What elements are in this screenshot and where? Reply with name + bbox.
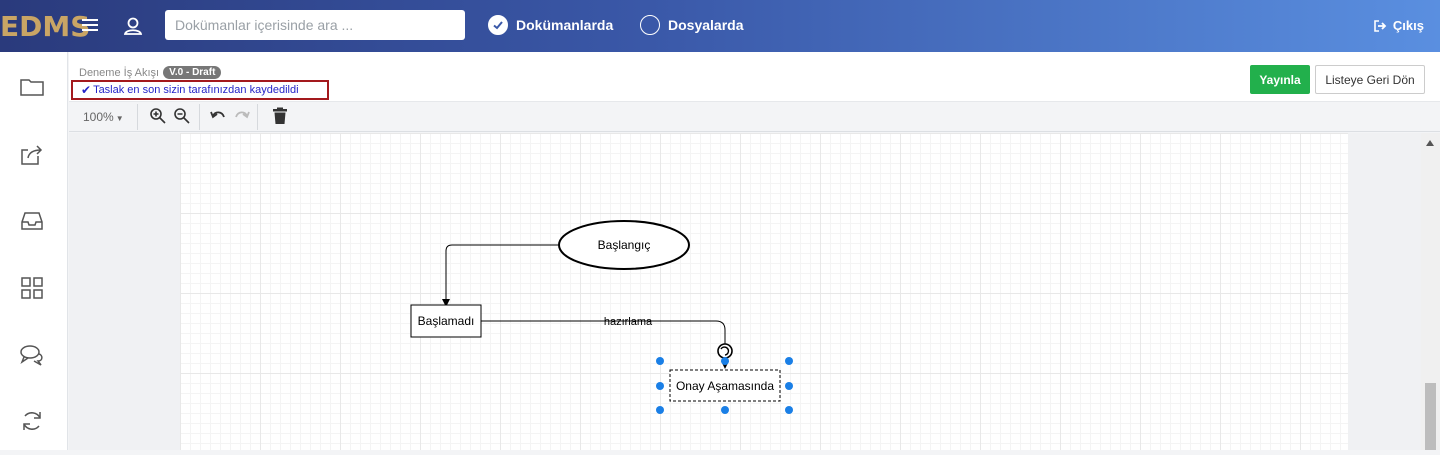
search-input[interactable] [165,10,465,40]
sync-icon[interactable] [19,408,45,434]
grid-icon[interactable] [19,275,45,301]
zoom-level: 100% [83,110,114,124]
not-started-node[interactable]: Başlamadı [410,304,482,338]
top-bar: EDMS Dokümanlarda Dosyalarda Çıkış [0,0,1440,52]
radio-folders-label: Dosyalarda [668,17,744,33]
zoom-dropdown[interactable]: 100% ▼ [83,110,124,124]
publish-button[interactable]: Yayınla [1250,65,1310,94]
check-icon: ✔ [81,83,92,97]
vertical-scrollbar[interactable] [1421,133,1440,450]
diagram-toolbar: 100% ▼ [69,102,1440,132]
diagram-area: hazırlama Başlangıç Başlamadı Onay Aşama… [69,133,1440,450]
folder-icon[interactable] [19,74,45,100]
toolbar-divider [137,104,138,130]
redo-icon[interactable] [233,107,251,125]
zoom-out-icon[interactable] [173,107,191,125]
edge-start-to-not-started[interactable] [442,244,558,307]
start-node[interactable]: Başlangıç [558,220,690,270]
toolbar-divider [199,104,200,130]
approval-node-label: Onay Aşamasında [676,379,774,393]
logout-label: Çıkış [1392,18,1424,33]
zoom-in-icon[interactable] [149,107,167,125]
inbox-icon[interactable] [19,208,45,234]
radio-documents[interactable]: Dokümanlarda [488,14,613,36]
share-icon[interactable] [19,142,45,168]
app-logo[interactable]: EDMS [0,10,90,44]
back-to-list-button[interactable]: Listeye Geri Dön [1315,65,1425,94]
start-node-label: Başlangıç [598,238,651,252]
not-started-node-label: Başlamadı [418,314,475,328]
save-status: ✔ Taslak en son sizin tarafınızdan kayde… [71,80,329,100]
caret-down-icon: ▼ [115,114,124,123]
undo-icon[interactable] [209,107,227,125]
sign-out-icon [1374,19,1387,32]
workflow-name: Deneme İş Akışı [79,66,160,79]
radio-folders[interactable]: Dosyalarda [640,14,743,36]
diagram-canvas[interactable]: hazırlama Başlangıç Başlamadı Onay Aşama… [180,133,1348,450]
scroll-thumb[interactable] [1425,383,1436,450]
toolbar-divider [257,104,258,130]
logout-button[interactable]: Çıkış [1373,18,1424,33]
rotate-handle-icon[interactable] [717,343,733,359]
version-badge: V.0 - Draft [163,66,222,79]
trash-icon[interactable] [271,107,289,125]
menu-icon[interactable] [82,17,98,33]
check-circle-icon [488,15,508,35]
circle-icon [640,15,660,35]
user-icon[interactable] [122,15,144,37]
save-status-text: Taslak en son sizin tarafınızdan kaydedi… [93,84,299,96]
approval-node[interactable]: Onay Aşamasında [669,369,781,402]
workflow-header: Deneme İş Akışı V.0 - Draft ✔ Taslak en … [69,52,1440,102]
radio-documents-label: Dokümanlarda [516,17,614,33]
breadcrumb: Deneme İş Akışı V.0 - Draft [79,66,222,79]
sidebar [0,52,68,450]
edge-label: hazırlama [604,316,653,328]
comments-icon[interactable] [19,342,45,368]
scroll-up-icon[interactable] [1426,140,1434,146]
